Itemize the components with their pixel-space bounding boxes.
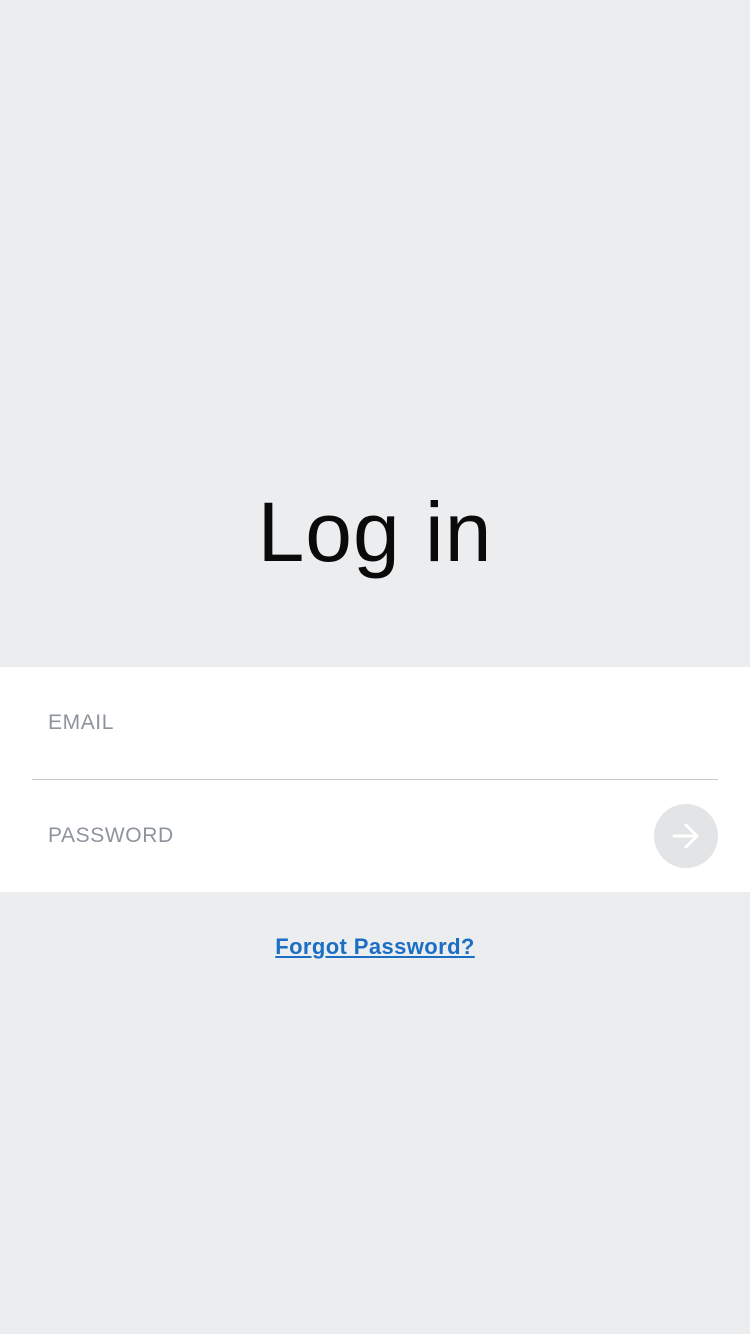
email-row bbox=[0, 667, 750, 779]
password-row bbox=[0, 780, 750, 892]
email-field[interactable] bbox=[48, 667, 628, 779]
login-form bbox=[0, 667, 750, 892]
password-field[interactable] bbox=[48, 780, 628, 892]
submit-button[interactable] bbox=[654, 804, 718, 868]
forgot-password-row: Forgot Password? bbox=[0, 934, 750, 960]
forgot-password-link[interactable]: Forgot Password? bbox=[275, 934, 475, 959]
page-title: Log in bbox=[257, 485, 493, 579]
arrow-right-icon bbox=[671, 821, 701, 851]
